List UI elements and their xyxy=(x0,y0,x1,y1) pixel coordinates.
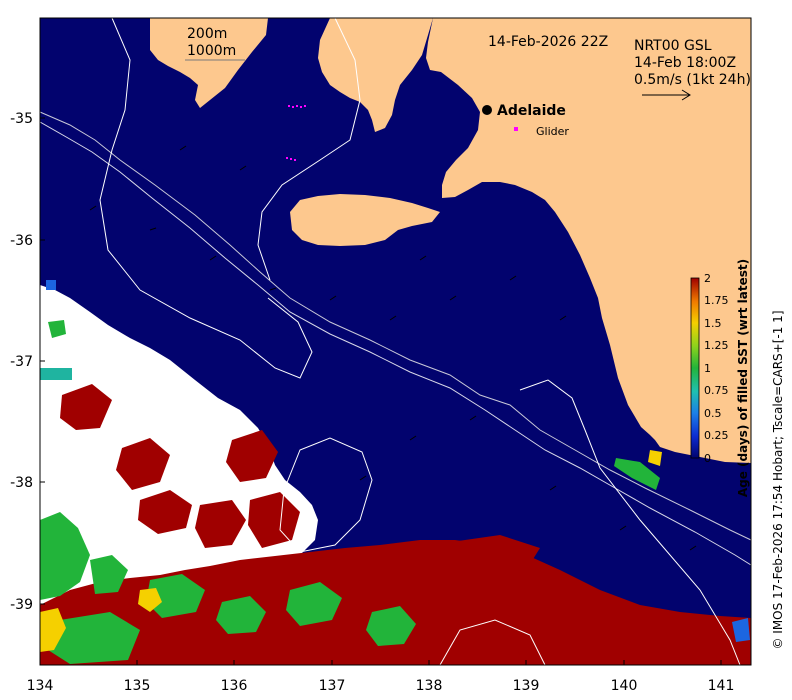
current-scale-label: 0.5m/s (1kt 24h) xyxy=(634,72,751,88)
credit-line: © IMOS 17-Feb-2026 17:54 Hobart; Tscale=… xyxy=(771,310,785,649)
colorbar-tick-0: 0 xyxy=(704,452,711,465)
x-tick-139: 139 xyxy=(513,678,540,694)
y-tick-35: -35 xyxy=(10,111,33,127)
map-timestamp: 14-Feb-2026 22Z xyxy=(488,34,608,50)
x-tick-137: 137 xyxy=(319,678,346,694)
y-tick-36: -36 xyxy=(10,233,33,249)
x-tick-134: 134 xyxy=(27,678,54,694)
y-tick-39: -39 xyxy=(10,597,33,613)
colorbar-tick-0.25: 0.25 xyxy=(704,429,729,442)
y-tick-38: -38 xyxy=(10,475,33,491)
isobath-label-1000m: 1000m xyxy=(187,43,236,59)
x-tick-138: 138 xyxy=(416,678,443,694)
adelaide-label: Adelaide xyxy=(497,103,566,119)
colorbar-tick-1.25: 1.25 xyxy=(704,339,729,352)
glider-legend-marker xyxy=(514,127,518,131)
colorbar-tick-0.5: 0.5 xyxy=(704,407,722,420)
isobath-label-200m: 200m xyxy=(187,26,227,42)
y-tick-37: -37 xyxy=(10,354,33,370)
colorbar-gradient xyxy=(690,277,700,459)
map-panel: 200m 1000m 14-Feb-2026 22Z NRT00 GSL 14-… xyxy=(39,17,752,666)
colorbar-tick-1: 1 xyxy=(704,362,711,375)
current-product-label: NRT00 GSL xyxy=(634,38,712,54)
x-tick-136: 136 xyxy=(221,678,248,694)
current-time-label: 14-Feb 18:00Z xyxy=(634,55,736,71)
sst-age-map-figure: 200m 1000m 14-Feb-2026 22Z NRT00 GSL 14-… xyxy=(10,17,785,694)
colorbar-tick-2: 2 xyxy=(704,272,711,285)
colorbar-tick-0.75: 0.75 xyxy=(704,384,729,397)
x-tick-141: 141 xyxy=(708,678,735,694)
x-tick-135: 135 xyxy=(124,678,151,694)
adelaide-marker xyxy=(482,105,492,115)
x-tick-140: 140 xyxy=(611,678,638,694)
colorbar-tick-1.5: 1.5 xyxy=(704,317,722,330)
colorbar-label: Age (days) of filled SST (wrt latest) xyxy=(736,259,750,497)
colorbar-tick-1.75: 1.75 xyxy=(704,294,729,307)
glider-legend-label: Glider xyxy=(536,125,569,138)
